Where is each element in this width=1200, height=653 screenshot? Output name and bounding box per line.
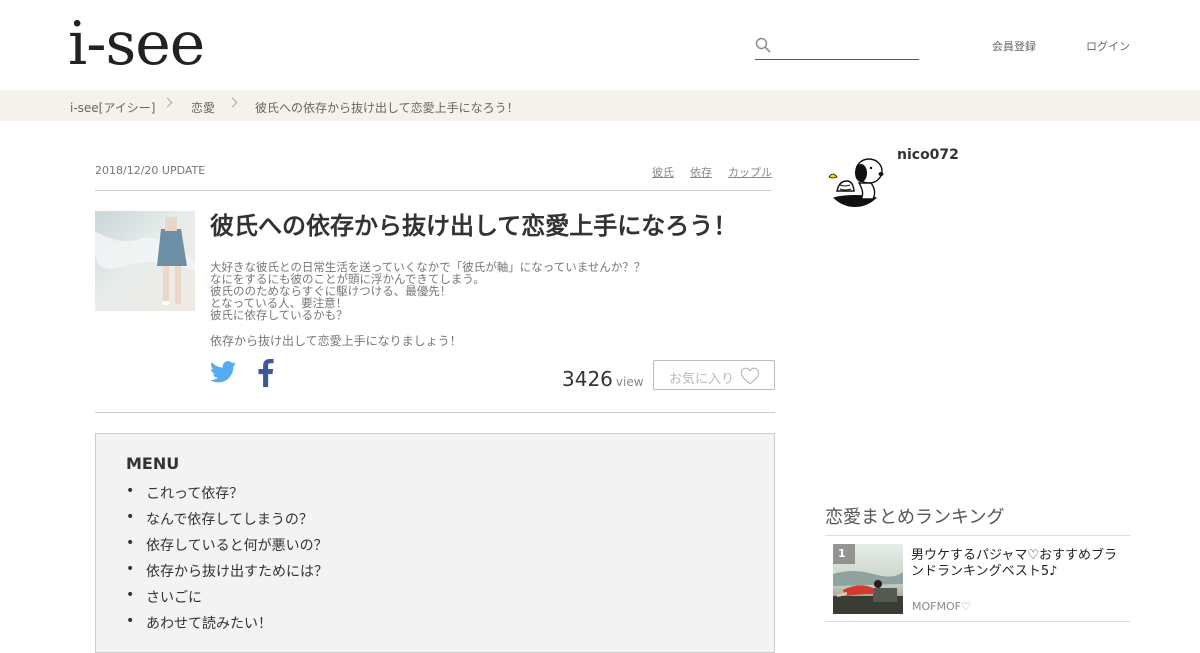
breadcrumb-home[interactable]: i-see[アイシー] — [70, 99, 155, 116]
login-link[interactable]: ログイン — [1086, 38, 1130, 54]
divider — [95, 190, 771, 191]
toc-item[interactable]: 依存から抜け出すためには？ — [126, 561, 328, 587]
ranking-thumbnail: 1 — [833, 544, 903, 614]
article-title: 彼氏への依存から抜け出して恋愛上手になろう！ — [210, 212, 738, 240]
toc-item[interactable]: さいごに — [126, 587, 328, 613]
author-avatar[interactable] — [825, 147, 885, 207]
view-count-label: view — [615, 375, 644, 389]
tag-link[interactable]: カップル — [728, 164, 772, 180]
view-count-number: 3426 — [562, 367, 613, 391]
author-name[interactable]: nico072 — [897, 147, 959, 163]
rank-number: 1 — [833, 544, 855, 564]
facebook-icon[interactable] — [258, 359, 274, 387]
article-date: 2018/12/20 UPDATE — [95, 164, 206, 177]
breadcrumb: i-see[アイシー] 恋愛 彼氏への依存から抜け出して恋愛上手になろう！ — [0, 90, 1200, 121]
heart-icon — [740, 367, 760, 385]
article-main: 2018/12/20 UPDATE 彼氏 依存 カップル 彼氏への依存から抜け出… — [95, 121, 775, 653]
ranking-item[interactable]: 1 男ウケするパジャマ♡おすすめブランドランキングベスト5♪ MOFMOF♡ — [825, 536, 1130, 622]
ranking-title-text[interactable]: 男ウケするパジャマ♡おすすめブランドランキングベスト5♪ — [911, 548, 1126, 580]
site-header: i-see 会員登録 ログイン — [0, 0, 1200, 90]
breadcrumb-category[interactable]: 恋愛 — [191, 99, 215, 116]
intro-line: 彼氏に依存しているかも？ — [210, 308, 348, 322]
search-input[interactable] — [777, 36, 915, 56]
favorite-button[interactable]: お気に入り — [653, 360, 775, 390]
table-of-contents: MENU これって依存？ なんで依存してしまうの？ 依存していると何が悪いの？ … — [95, 433, 775, 653]
register-link[interactable]: 会員登録 — [992, 38, 1036, 54]
chevron-right-icon — [162, 97, 173, 108]
toc-item[interactable]: あわせて読みたい！ — [126, 613, 328, 639]
article-intro: 大好きな彼氏との日常生活を送っていくなかで「彼氏が軸」になっていませんか？？ な… — [210, 261, 770, 321]
breadcrumb-current: 彼氏への依存から抜け出して恋愛上手になろう！ — [255, 101, 519, 115]
ranking-author: MOFMOF♡ — [912, 600, 971, 613]
divider — [95, 412, 775, 413]
favorite-label: お気に入り — [669, 372, 735, 387]
intro-closing: 依存から抜け出して恋愛上手になりましょう！ — [210, 334, 462, 348]
tag-link[interactable]: 彼氏 — [652, 164, 674, 180]
toc-item[interactable]: なんで依存してしまうの？ — [126, 509, 328, 535]
chevron-right-icon — [227, 97, 238, 108]
search-box[interactable] — [755, 34, 919, 60]
site-logo[interactable]: i-see — [68, 14, 205, 74]
ranking-title: 恋愛まとめランキング — [825, 507, 1005, 528]
article-thumbnail — [95, 211, 195, 311]
view-count: 3426 view — [562, 367, 644, 391]
toc-item[interactable]: 依存していると何が悪いの？ — [126, 535, 328, 561]
tag-link[interactable]: 依存 — [690, 164, 712, 180]
toc-title: MENU — [126, 454, 180, 473]
twitter-icon[interactable] — [210, 361, 236, 383]
toc-list: これって依存？ なんで依存してしまうの？ 依存していると何が悪いの？ 依存から抜… — [126, 483, 328, 639]
search-icon[interactable] — [755, 37, 771, 53]
toc-item[interactable]: これって依存？ — [126, 483, 328, 509]
